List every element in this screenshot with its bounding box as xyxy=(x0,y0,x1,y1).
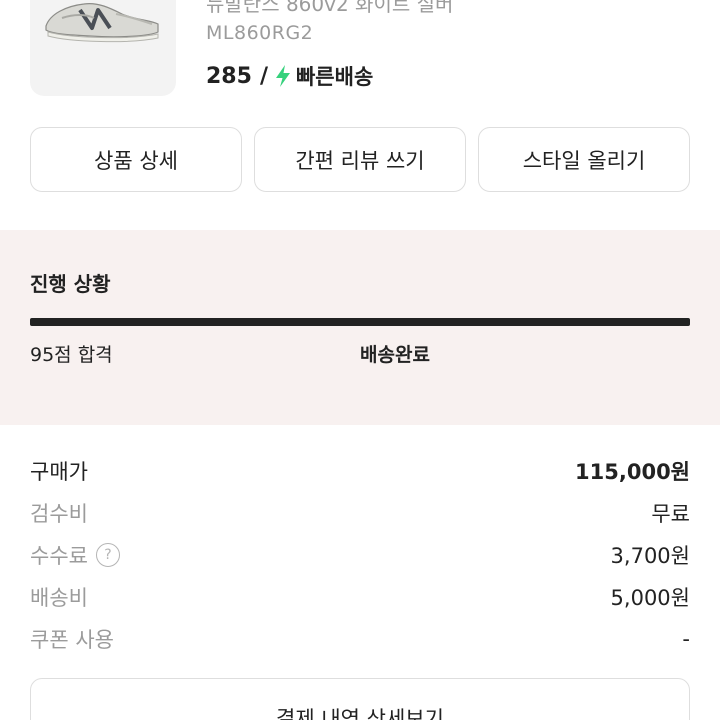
cost-breakdown: 구매가 115,000원 검수비 무료 수수료 ? 3,700원 배송비 5,0… xyxy=(30,450,690,660)
cost-row-commission: 수수료 ? 3,700원 xyxy=(30,534,690,576)
cost-value: 5,000원 xyxy=(610,586,690,610)
cost-row-inspection-fee: 검수비 무료 xyxy=(30,492,690,534)
cost-label: 구매가 xyxy=(30,460,88,484)
fast-shipping-label: 빠른배송 xyxy=(295,65,374,89)
cost-label: 검수비 xyxy=(30,502,88,526)
progress-bar-fill xyxy=(30,318,690,326)
cost-value: 3,700원 xyxy=(610,544,690,568)
product-detail-button[interactable]: 상품 상세 xyxy=(30,127,242,192)
progress-bar xyxy=(30,318,690,326)
cost-value: - xyxy=(682,627,690,651)
lightning-bolt-icon xyxy=(275,65,290,87)
question-circle-icon[interactable]: ? xyxy=(95,543,120,567)
cost-label-with-help: 수수료 ? xyxy=(30,540,120,570)
cost-value: 115,000원 xyxy=(575,460,690,484)
action-buttons: 상품 상세 간편 리뷰 쓰기 스타일 올리기 xyxy=(30,127,690,192)
product-model-number: ML860RG2 xyxy=(206,22,314,44)
upload-style-button[interactable]: 스타일 올리기 xyxy=(478,127,690,192)
product-thumbnail[interactable] xyxy=(30,0,176,96)
cost-label: 배송비 xyxy=(30,586,88,610)
size-separator: / xyxy=(259,63,268,89)
product-name: 뉴발란스 860v2 화이트 실버 xyxy=(206,0,454,16)
inspection-result: 95점 합격 xyxy=(30,344,113,366)
quick-review-button[interactable]: 간편 리뷰 쓰기 xyxy=(254,127,466,192)
sneaker-image xyxy=(45,3,159,43)
cost-label: 수수료 xyxy=(30,544,88,568)
delivery-status: 배송완료 xyxy=(360,344,430,366)
cost-row-shipping-fee: 배송비 5,000원 xyxy=(30,576,690,618)
progress-section: 진행 상황 95점 합격 배송완료 xyxy=(0,230,720,425)
payment-detail-button[interactable]: 결제 내역 상세보기 xyxy=(30,678,690,720)
progress-title: 진행 상황 xyxy=(30,272,111,296)
cost-label: 쿠폰 사용 xyxy=(30,628,114,652)
cost-row-coupon: 쿠폰 사용 - xyxy=(30,618,690,660)
product-summary: 뉴발란스 860v2 화이트 실버 ML860RG2 285 / 빠른배송 xyxy=(0,0,720,110)
product-size-shipping: 285 / 빠른배송 xyxy=(206,61,373,91)
cost-row-purchase-price: 구매가 115,000원 xyxy=(30,450,690,492)
cost-value: 무료 xyxy=(651,502,690,526)
product-size: 285 xyxy=(206,63,252,89)
